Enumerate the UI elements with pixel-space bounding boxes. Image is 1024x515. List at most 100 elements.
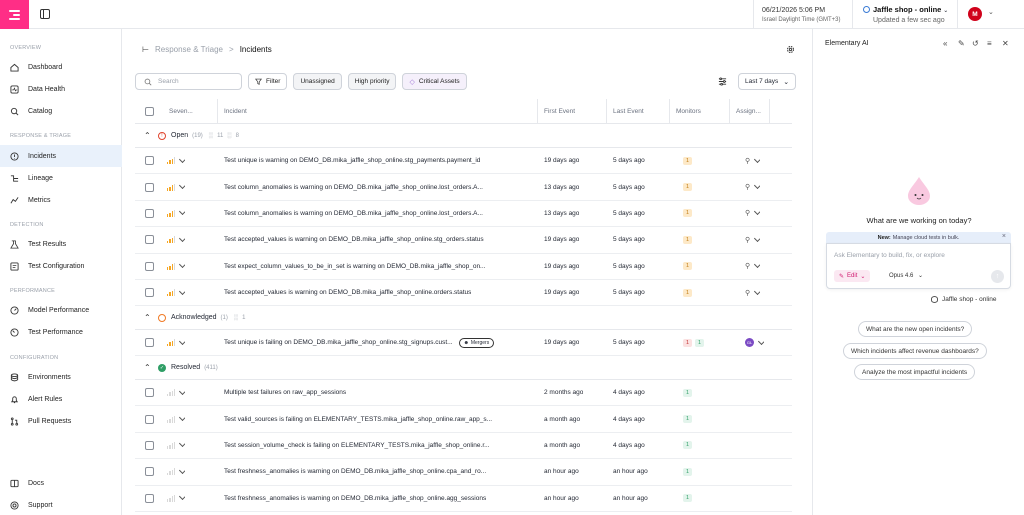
chevron-down-icon[interactable] bbox=[179, 414, 186, 422]
sidebar-item-test-results[interactable]: Test Results bbox=[0, 234, 122, 254]
unassigned-filter-chip[interactable]: Unassigned bbox=[293, 73, 342, 90]
table-row[interactable]: Test accepted_values is warning on DEMO_… bbox=[135, 227, 792, 254]
chevron-down-icon[interactable] bbox=[179, 234, 186, 242]
row-checkbox[interactable] bbox=[145, 440, 154, 450]
incident-title[interactable]: Test session_volume_check is failing on … bbox=[224, 442, 490, 449]
table-row[interactable]: Multiple test failures on raw_app_sessio… bbox=[135, 380, 792, 407]
sidebar-item-support[interactable]: Support bbox=[0, 495, 122, 515]
suggestion-chip[interactable]: What are the new open incidents? bbox=[858, 321, 973, 337]
sidebar-toggle-icon[interactable] bbox=[40, 9, 50, 19]
chevron-down-icon[interactable] bbox=[179, 387, 186, 395]
table-row[interactable]: Test unique is warning on DEMO_DB.mika_j… bbox=[135, 148, 792, 175]
assignee-select[interactable]: ⚲ bbox=[745, 234, 761, 244]
user-avatar[interactable]: M bbox=[968, 7, 982, 21]
announcement-text[interactable]: Manage cloud tests in bulk. bbox=[893, 235, 960, 241]
model-select[interactable]: Opus 4.6 ⌄ bbox=[889, 272, 923, 279]
chevron-down-icon[interactable] bbox=[179, 155, 186, 163]
table-row[interactable]: Test column_anomalies is warning on DEMO… bbox=[135, 174, 792, 201]
incident-title[interactable]: Test accepted_values is warning on DEMO_… bbox=[224, 236, 484, 243]
search-input[interactable]: Search bbox=[135, 73, 242, 90]
row-checkbox[interactable] bbox=[145, 467, 154, 477]
list-icon[interactable]: ≡ bbox=[987, 39, 992, 48]
incident-title[interactable]: Test unique is warning on DEMO_DB.mika_j… bbox=[224, 157, 480, 164]
gear-icon[interactable] bbox=[786, 45, 795, 54]
assignee-select[interactable]: ⚲ bbox=[745, 261, 761, 270]
row-checkbox[interactable] bbox=[145, 493, 154, 503]
filter-button[interactable]: Filter bbox=[248, 73, 288, 90]
row-checkbox[interactable] bbox=[145, 208, 154, 218]
date-range-select[interactable]: Last 7 days ⌄ bbox=[738, 73, 797, 90]
send-button[interactable]: ↑ bbox=[991, 270, 1004, 283]
column-settings-icon[interactable] bbox=[718, 77, 727, 86]
table-row[interactable]: Test freshness_anomalies is warning on D… bbox=[135, 486, 792, 512]
edit-icon[interactable]: ✎ bbox=[958, 39, 965, 48]
chevron-down-icon[interactable] bbox=[179, 337, 186, 345]
group-acknowledged[interactable]: ⌃ Acknowledged (1) ░ 1 bbox=[135, 306, 792, 330]
incident-title[interactable]: Test valid_sources is failing on ELEMENT… bbox=[224, 416, 492, 423]
sidebar-item-incidents[interactable]: Incidents bbox=[0, 145, 122, 167]
chat-input[interactable]: Ask Elementary to build, fix, or explore bbox=[834, 252, 945, 259]
select-all-checkbox[interactable] bbox=[145, 107, 154, 116]
chevron-down-icon[interactable] bbox=[179, 466, 186, 474]
assignee-select[interactable]: ⚲ bbox=[745, 208, 761, 217]
chevron-down-icon[interactable]: ⌄ bbox=[988, 8, 994, 16]
group-resolved[interactable]: ⌃ ✓ Resolved (411) bbox=[135, 356, 792, 380]
sidebar-item-pull-requests[interactable]: Pull Requests bbox=[0, 411, 122, 431]
table-row[interactable]: Test column_anomalies is warning on DEMO… bbox=[135, 201, 792, 228]
incident-title[interactable]: Test accepted_values is warning on DEMO_… bbox=[224, 289, 471, 296]
incident-title[interactable]: Test column_anomalies is warning on DEMO… bbox=[224, 210, 483, 217]
assignee-select[interactable]: ⚲ bbox=[745, 155, 761, 165]
sidebar-item-test-configuration[interactable]: Test Configuration bbox=[0, 256, 122, 276]
chevron-down-icon[interactable] bbox=[179, 208, 186, 216]
incident-title[interactable]: Multiple test failures on raw_app_sessio… bbox=[224, 389, 346, 396]
sidebar-item-data-health[interactable]: Data Health bbox=[0, 79, 122, 99]
chevron-down-icon[interactable] bbox=[179, 261, 186, 269]
suggestion-chip[interactable]: Which incidents affect revenue dashboard… bbox=[843, 343, 987, 359]
column-incident[interactable]: Incident bbox=[218, 99, 538, 124]
column-severity[interactable]: Seven... bbox=[163, 99, 218, 124]
sidebar-item-alert-rules[interactable]: Alert Rules bbox=[0, 389, 122, 409]
breadcrumb-parent[interactable]: Response & Triage bbox=[155, 45, 223, 54]
assignee-select[interactable]: ⚲ bbox=[745, 182, 761, 191]
assignee-select[interactable]: GL bbox=[745, 337, 764, 348]
incident-title[interactable]: Test expect_column_values_to_be_in_set i… bbox=[224, 263, 485, 270]
chevron-down-icon[interactable] bbox=[179, 493, 186, 501]
chevron-down-icon[interactable] bbox=[179, 287, 186, 295]
row-checkbox[interactable] bbox=[145, 288, 154, 298]
row-checkbox[interactable] bbox=[145, 388, 154, 398]
table-row[interactable]: Test valid_sources is failing on ELEMENT… bbox=[135, 406, 792, 433]
table-row[interactable]: Test unique is failing on DEMO_DB.mika_j… bbox=[135, 330, 792, 357]
sidebar-item-catalog[interactable]: Catalog bbox=[0, 101, 122, 121]
row-checkbox[interactable] bbox=[145, 261, 154, 271]
assignee-select[interactable]: ⚲ bbox=[745, 287, 761, 297]
history-icon[interactable]: ↺ bbox=[972, 39, 979, 48]
suggestion-chip[interactable]: Analyze the most impactful incidents bbox=[854, 364, 976, 380]
environment-selector[interactable]: Jaffle shop - online ⌄ Updated a few sec… bbox=[852, 0, 948, 29]
sidebar-item-dashboard[interactable]: Dashboard bbox=[0, 57, 122, 77]
lineage-icon[interactable]: ⊢ bbox=[142, 45, 149, 54]
column-last-event[interactable]: Last Event bbox=[607, 99, 670, 124]
incident-title[interactable]: Test freshness_anomalies is warning on D… bbox=[224, 468, 486, 475]
sidebar-item-lineage[interactable]: Lineage bbox=[0, 168, 122, 188]
table-row[interactable]: Test expect_column_values_to_be_in_set i… bbox=[135, 254, 792, 280]
chevron-up-icon[interactable]: ⌃ bbox=[144, 313, 154, 322]
row-checkbox[interactable] bbox=[145, 235, 154, 245]
incident-title[interactable]: Test freshness_anomalies is warning on D… bbox=[224, 495, 486, 502]
sidebar-item-metrics[interactable]: Metrics bbox=[0, 190, 122, 210]
elementary-logo[interactable] bbox=[0, 0, 29, 29]
sidebar-item-docs[interactable]: Docs bbox=[0, 473, 122, 493]
row-checkbox[interactable] bbox=[145, 338, 154, 348]
collapse-icon[interactable]: « bbox=[943, 39, 947, 48]
chevron-down-icon[interactable] bbox=[179, 182, 186, 190]
mode-select-button[interactable]: ✎ Edit ⌄ bbox=[834, 270, 871, 282]
sidebar-item-environments[interactable]: Environments bbox=[0, 367, 122, 387]
chevron-up-icon[interactable]: ⌃ bbox=[144, 363, 154, 372]
table-row[interactable]: Test accepted_values is warning on DEMO_… bbox=[135, 280, 792, 307]
critical-assets-filter-chip[interactable]: ◇ Critical Assets bbox=[402, 73, 467, 90]
close-icon[interactable]: ✕ bbox=[1002, 39, 1009, 48]
chevron-down-icon[interactable] bbox=[179, 440, 186, 448]
sidebar-item-test-performance[interactable]: Test Performance bbox=[0, 322, 122, 342]
row-checkbox[interactable] bbox=[145, 182, 154, 192]
chat-input-box[interactable]: Ask Elementary to build, fix, or explore… bbox=[826, 243, 1011, 289]
incident-title[interactable]: Test column_anomalies is warning on DEMO… bbox=[224, 184, 483, 191]
